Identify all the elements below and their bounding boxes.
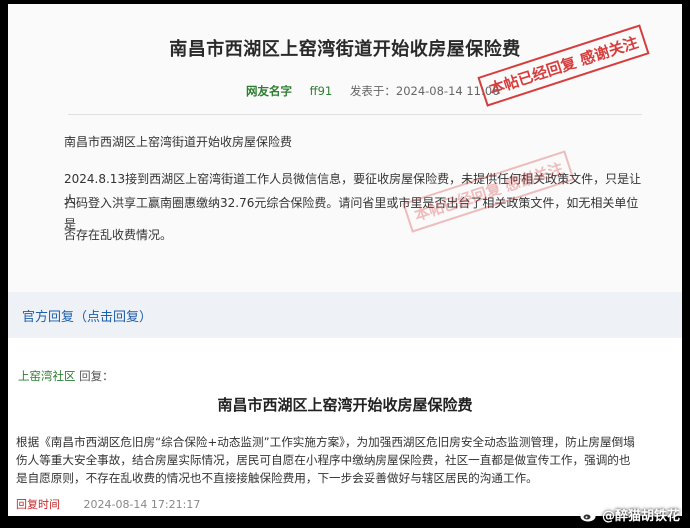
reply-line: 是自愿原则，不存在乱收费的情况也不直接接触保险费用，下一步会妥善做好与辖区居民的… (16, 471, 538, 485)
watermark: @醉猫胡铁花 (580, 505, 680, 524)
reply-time-label: 回复时间 (16, 498, 60, 511)
official-reply-bar: 官方回复（点击回复） (8, 292, 682, 338)
reply-time: 2024-08-14 17:21:17 (83, 498, 201, 511)
author-label: 网友名字 (246, 84, 292, 98)
reply-meta: 上窑湾社区 回复： (18, 368, 114, 384)
post-body-title: 南昌市西湖区上窑湾街道开始收房屋保险费 (64, 135, 293, 149)
reply-body: 根据《南昌市西湖区危旧房“综合保险+动态监测”工作实施方案》，为加强西湖区危旧房… (16, 433, 676, 487)
post-meta: 网友名字 ff91 发表于：2024-08-14 11:06 (246, 83, 500, 99)
post-body-line: 否存在乱收费情况。 (64, 228, 173, 242)
weibo-icon (580, 508, 598, 521)
reply-title: 南昌市西湖区上窑湾开始收房屋保险费 (217, 396, 473, 414)
reply-org[interactable]: 上窑湾社区 (18, 369, 76, 383)
reply-line: 根据《南昌市西湖区危旧房“综合保险+动态监测”工作实施方案》，为加强西湖区危旧房… (16, 435, 635, 449)
reply-panel: 上窑湾社区 回复： 南昌市西湖区上窑湾开始收房屋保险费 根据《南昌市西湖区危旧房… (8, 338, 682, 516)
divider (68, 114, 642, 115)
official-reply-link[interactable]: 官方回复（点击回复） (22, 306, 152, 325)
reply-time-row: 回复时间 2024-08-14 17:21:17 (16, 496, 200, 512)
reply-line: 伤人等重大安全事故，结合房屋实际情况，居民可自愿在小程序中缴纳房屋保险费，社区一… (16, 453, 631, 467)
author-name[interactable]: ff91 (310, 84, 333, 98)
watermark-text: @醉猫胡铁花 (601, 509, 680, 524)
post-time: 发表于：2024-08-14 11:06 (349, 84, 500, 98)
post-panel: 南昌市西湖区上窑湾街道开始收房屋保险费 本帖已经回复 感谢关注 网友名字 ff9… (8, 4, 682, 292)
reply-org-suffix: 回复： (79, 369, 114, 383)
